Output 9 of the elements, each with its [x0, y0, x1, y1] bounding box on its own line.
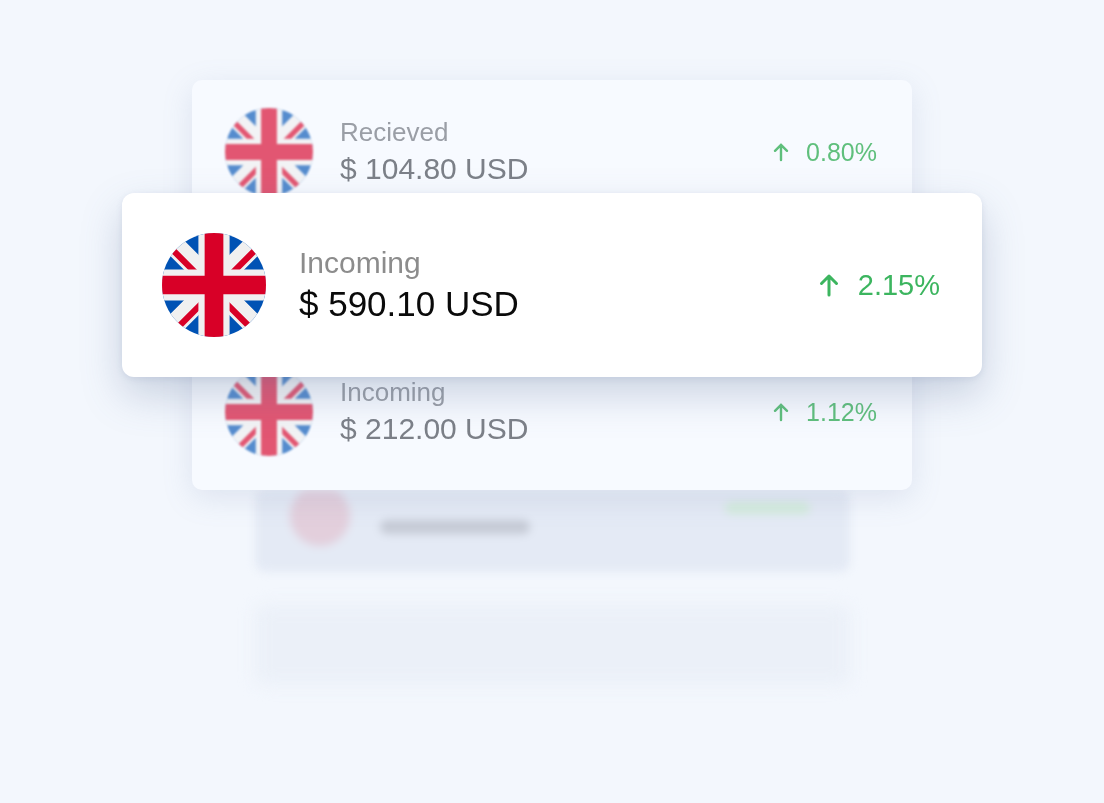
change-percent: 0.80%: [806, 137, 877, 167]
transaction-amount: $ 212.00 USD: [340, 411, 529, 447]
transaction-amount: $ 104.80 USD: [340, 151, 529, 187]
change-percent: 1.12%: [806, 397, 877, 427]
transaction-label: Recieved: [340, 116, 449, 148]
change-percent: 2.15%: [857, 268, 940, 302]
transaction-label: Incoming: [299, 245, 421, 281]
transaction-amount: $ 590.10 USD: [299, 283, 519, 325]
transaction-label: Incoming: [340, 376, 446, 408]
